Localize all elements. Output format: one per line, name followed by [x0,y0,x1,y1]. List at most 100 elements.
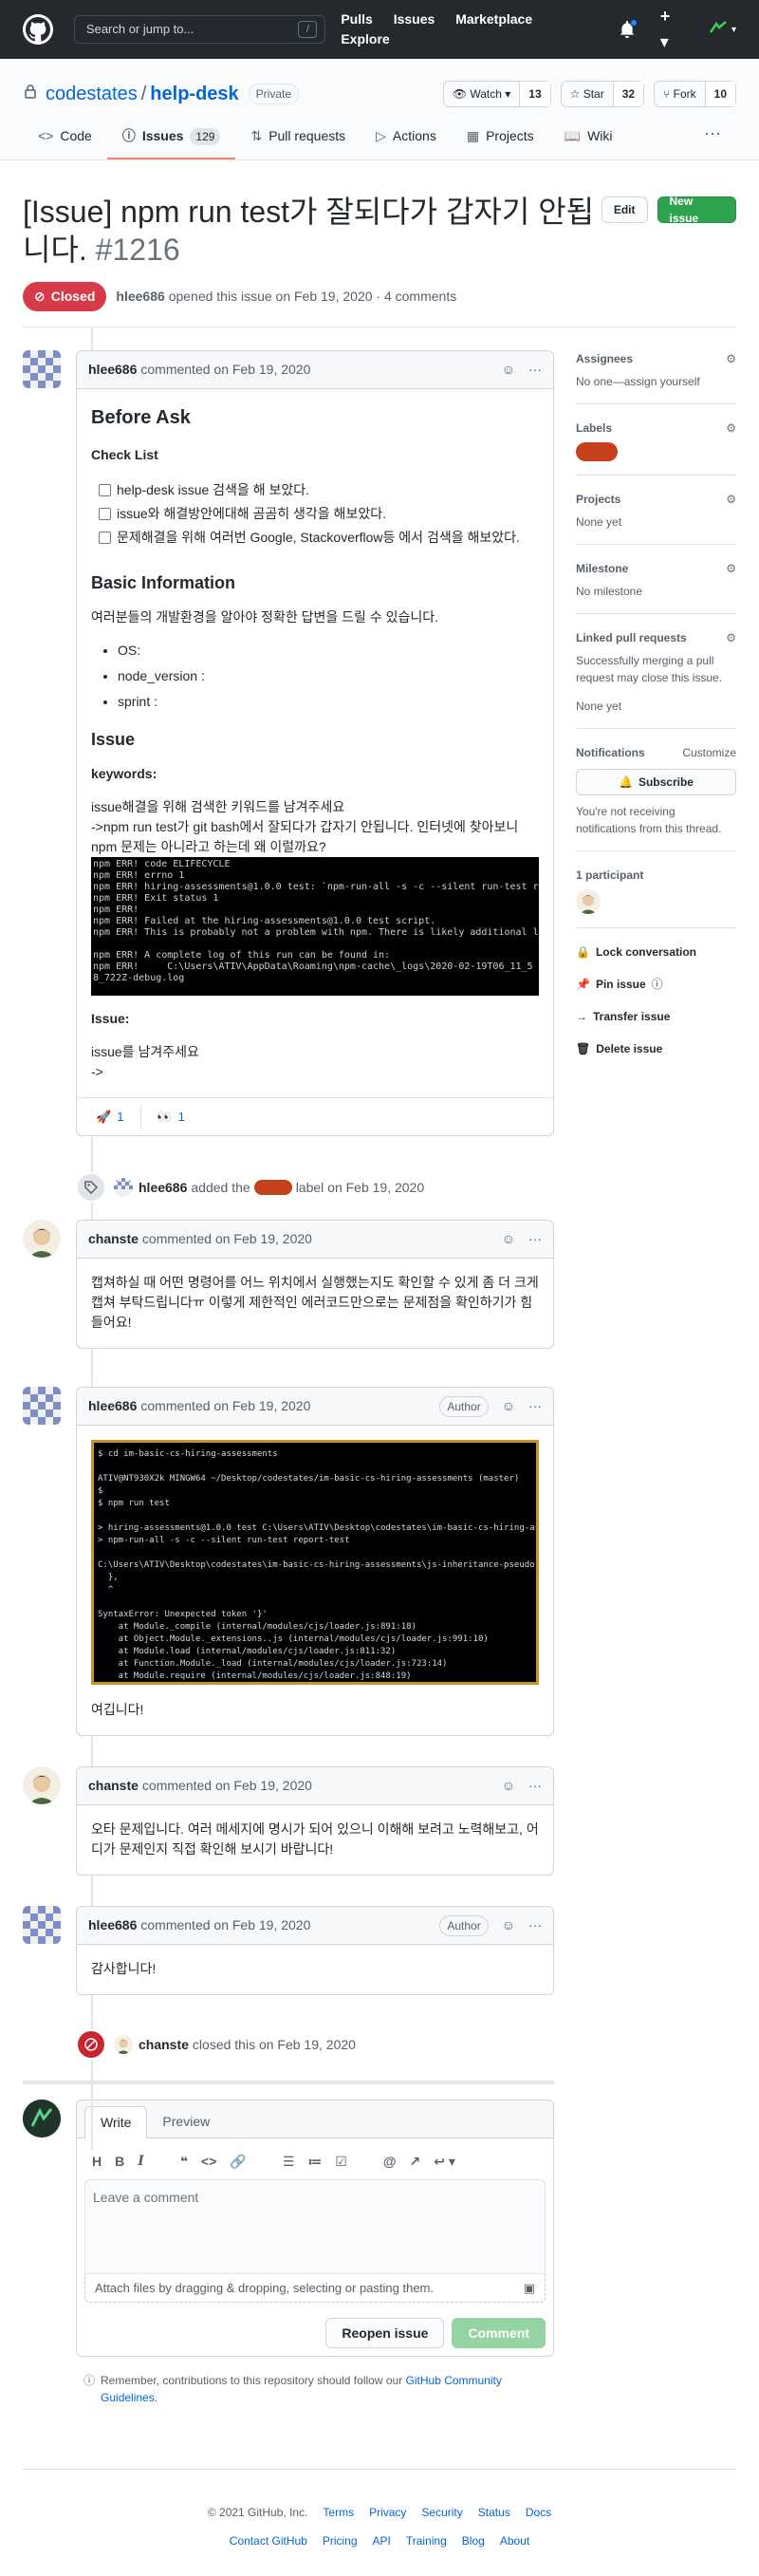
tab-projects[interactable]: ▦ Projects [452,119,549,159]
footer-link-pricing[interactable]: Pricing [323,2532,358,2549]
ordered-list-icon[interactable]: ≔ [307,2152,322,2172]
footer-link-contact[interactable]: Contact GitHub [230,2532,307,2549]
comment-author[interactable]: hlee686 [88,1915,137,1935]
gear-icon[interactable]: ⚙ [726,491,736,508]
kebab-menu-icon[interactable]: ··· [528,1776,542,1796]
create-new-plus-icon[interactable]: + ▾ [660,4,683,55]
current-user-avatar[interactable] [23,2100,61,2137]
smiley-icon[interactable]: ☺ [502,1915,515,1935]
smiley-icon[interactable]: ☺ [502,1776,515,1796]
code-icon[interactable]: <> [201,2152,216,2172]
issue-label[interactable]: issue [253,1180,292,1195]
reaction-eyes[interactable]: 👀 1 [140,1104,192,1129]
kebab-menu-icon[interactable]: ··· [528,360,542,380]
tab-write[interactable]: Write [84,2106,148,2138]
issue-label-pill[interactable] [576,442,618,461]
fork-button[interactable]: ⑂ Fork 10 [654,81,736,107]
bold-icon[interactable]: B [115,2152,124,2172]
avatar[interactable] [114,2035,133,2054]
checkbox[interactable] [99,484,111,496]
nav-pulls[interactable]: Pulls [341,11,372,27]
avatar[interactable] [23,350,61,388]
nav-marketplace[interactable]: Marketplace [455,11,532,27]
link-icon[interactable]: 🔗 [230,2152,246,2172]
search-input[interactable]: Search or jump to... / [73,15,326,44]
checkbox[interactable] [99,532,111,544]
notifications-bell-icon[interactable] [619,19,638,38]
tab-actions[interactable]: ▷ Actions [361,119,452,159]
new-issue-button[interactable]: New issue [657,195,736,225]
kebab-menu-icon[interactable]: ··· [528,1915,542,1935]
mention-icon[interactable]: @ [383,2152,397,2172]
cross-reference-icon[interactable]: ↗ [409,2152,420,2172]
avatar[interactable] [23,1906,61,1944]
nav-issues[interactable]: Issues [394,11,435,27]
footer-link-privacy[interactable]: Privacy [369,2504,406,2521]
smiley-icon[interactable]: ☺ [502,360,515,380]
customize-link[interactable]: Customize [682,744,736,761]
attach-files-bar[interactable]: Attach files by dragging & dropping, sel… [84,2274,546,2303]
edit-button[interactable]: Edit [601,196,648,223]
lock-conversation-action[interactable]: 🔒 Lock conversation [576,943,736,961]
sidebar-heading[interactable]: Milestone ⚙ [576,560,736,577]
reopen-issue-button[interactable]: Reopen issue [325,2318,445,2348]
smiley-icon[interactable]: ☺ [502,1396,515,1416]
avatar[interactable] [23,1387,61,1425]
comment-author[interactable]: hlee686 [88,360,137,380]
kebab-menu-icon[interactable]: ··· [528,1396,542,1416]
reaction-rocket[interactable]: 🚀 1 [88,1105,131,1129]
comment-textarea[interactable]: Leave a comment [84,2179,546,2274]
assignees-text[interactable]: No one—assign yourself [576,373,736,390]
markdown-icon[interactable]: ▣ [524,2279,535,2298]
tab-preview[interactable]: Preview [147,2106,225,2137]
participant-avatar[interactable] [576,889,601,914]
comment-author[interactable]: hlee686 [88,1396,137,1416]
tab-issues[interactable]: ⓘ Issues 129 [106,119,236,159]
footer-link-blog[interactable]: Blog [462,2532,485,2549]
repo-owner-link[interactable]: codestates [46,80,138,108]
nav-explore[interactable]: Explore [341,31,389,47]
subscribe-button[interactable]: 🔔 Subscribe [576,769,736,795]
tab-code[interactable]: <> Code [23,119,107,159]
avatar[interactable] [23,1220,61,1258]
sidebar-heading[interactable]: Projects ⚙ [576,491,736,508]
sidebar-heading[interactable]: Linked pull requests ⚙ [576,629,736,646]
tab-pull-requests[interactable]: ⇅ Pull requests [235,119,361,159]
footer-link-training[interactable]: Training [406,2532,447,2549]
user-avatar-menu-icon[interactable]: ▾ [708,19,736,40]
repo-name-link[interactable]: help-desk [150,80,238,108]
checkbox[interactable] [99,508,111,520]
transfer-issue-action[interactable]: → Transfer issue [576,1008,736,1025]
reply-icon[interactable]: ↩ ▾ [434,2152,455,2172]
footer-link-docs[interactable]: Docs [526,2504,551,2521]
comment-author[interactable]: chanste [88,1229,139,1249]
italic-icon[interactable]: I [138,2152,144,2172]
comment-button[interactable]: Comment [452,2318,546,2348]
quote-icon[interactable]: ❝ [180,2152,188,2172]
gear-icon[interactable]: ⚙ [726,350,736,367]
footer-link-status[interactable]: Status [478,2504,510,2521]
pin-issue-action[interactable]: 📌 Pin issue ⓘ [576,976,736,993]
heading-icon[interactable]: H [92,2152,102,2172]
footer-link-about[interactable]: About [500,2532,529,2549]
gear-icon[interactable]: ⚙ [726,420,736,437]
avatar[interactable] [114,1178,133,1197]
task-list-icon[interactable]: ☑ [335,2152,347,2172]
gear-icon[interactable]: ⚙ [726,560,736,577]
sidebar-heading[interactable]: Labels ⚙ [576,420,736,437]
footer-link-terms[interactable]: Terms [323,2504,354,2521]
smiley-icon[interactable]: ☺ [502,1229,515,1249]
star-button[interactable]: ☆ Star 32 [560,81,645,107]
sidebar-heading[interactable]: Assignees ⚙ [576,350,736,367]
footer-link-api[interactable]: API [373,2532,391,2549]
avatar[interactable] [23,1766,61,1804]
comment-author[interactable]: chanste [88,1776,139,1796]
issue-author[interactable]: hlee686 [116,287,164,307]
unordered-list-icon[interactable]: ☰ [283,2152,295,2172]
delete-issue-action[interactable]: 🗑 Delete issue [576,1040,736,1057]
gear-icon[interactable]: ⚙ [726,629,736,646]
more-tabs-icon[interactable]: ··· [689,121,736,159]
watch-button[interactable]: 👁 Watch ▾ 13 [442,81,551,107]
footer-link-security[interactable]: Security [421,2504,462,2521]
github-logo-icon[interactable] [23,14,53,45]
